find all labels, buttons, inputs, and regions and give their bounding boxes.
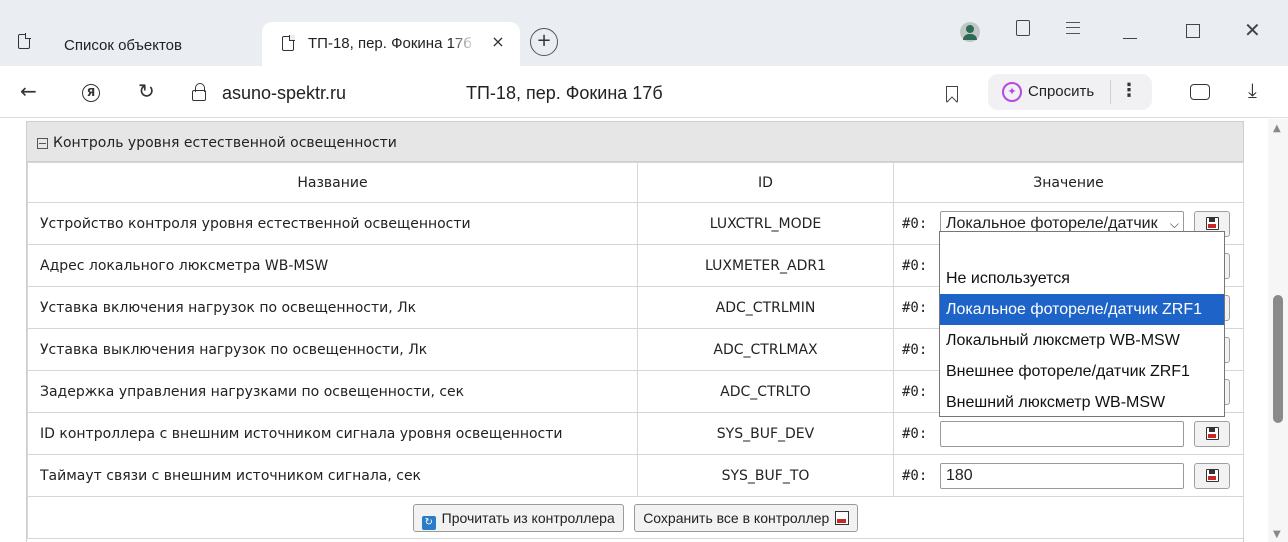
sys-buf-to-input[interactable]: 180 <box>940 462 1184 489</box>
actions-row: ↻ Прочитать из контроллера Сохранить все … <box>27 496 1244 539</box>
dropdown-option[interactable]: Внешний люксметр WB-MSW <box>940 387 1224 418</box>
maximize-icon[interactable] <box>1186 24 1200 38</box>
panel-header[interactable]: Контроль уровня естественной освещенност… <box>27 122 1243 162</box>
param-name: Устройство контроля уровня естественной … <box>27 202 638 245</box>
param-index: #0: <box>902 383 928 400</box>
tab-object-list[interactable]: Список объектов <box>16 24 246 66</box>
page-icon <box>282 35 295 51</box>
url-page-title[interactable]: ТП-18, пер. Фокина 17б <box>466 83 663 104</box>
column-header-name: Название <box>27 162 638 203</box>
floppy-icon <box>835 510 850 525</box>
floppy-icon <box>1206 468 1219 482</box>
param-name: Задержка управления нагрузками по освеще… <box>27 370 638 413</box>
param-name: Таймаут связи с внешним источником сигна… <box>27 454 638 497</box>
chat-icon[interactable] <box>1190 84 1210 100</box>
dropdown-option[interactable]: Внешнее фотореле/датчик ZRF1 <box>940 356 1224 387</box>
save-all-label: Сохранить все в контроллер <box>643 509 830 526</box>
url-domain[interactable]: asuno-spektr.ru <box>222 83 346 104</box>
page-icon <box>18 33 31 49</box>
dropdown-option[interactable]: Не используется <box>940 263 1224 294</box>
back-arrow-icon[interactable]: ← <box>20 76 37 106</box>
save-param-button[interactable] <box>1194 420 1230 447</box>
param-id: ADC_CTRLTO <box>637 370 894 413</box>
yandex-icon[interactable]: Я <box>82 84 100 102</box>
ask-button[interactable]: ✦ Спросить ⋮ <box>988 74 1152 110</box>
sys-buf-dev-input[interactable] <box>940 420 1184 447</box>
param-name: Адрес локального люксметра WB-MSW <box>27 244 638 287</box>
address-bar: ← Я ↻ asuno-spektr.ru ТП-18, пер. Фокина… <box>0 66 1288 118</box>
param-id: SYS_BUF_TO <box>637 454 894 497</box>
param-id: ADC_CTRLMIN <box>637 286 894 329</box>
dropdown-option[interactable]: Локальный люксметр WB-MSW <box>940 325 1224 356</box>
tab-label: ТП-18, пер. Фокина 17б <box>308 35 472 52</box>
panel-title: Контроль уровня естественной освещенност… <box>53 135 397 151</box>
ask-ai-icon: ✦ <box>1002 82 1022 102</box>
bookmark-icon[interactable] <box>946 86 958 102</box>
reload-icon[interactable]: ↻ <box>138 76 155 106</box>
read-from-controller-button[interactable]: ↻ Прочитать из контроллера <box>412 503 624 532</box>
param-index: #0: <box>902 299 928 316</box>
tab-bar: Список объектов ТП-18, пер. Фокина 17б ×… <box>0 0 1288 66</box>
param-index: #0: <box>902 467 928 484</box>
menu-icon[interactable] <box>1066 22 1080 34</box>
param-name: ID контроллера с внешним источником сигн… <box>27 412 638 455</box>
more-menu-icon[interactable]: ⋮ <box>1120 80 1138 101</box>
ask-label: Спросить <box>1028 83 1095 100</box>
new-tab-button[interactable]: + <box>530 28 558 56</box>
download-icon[interactable]: ⤓ <box>1248 78 1257 102</box>
bookmarks-panel-icon[interactable] <box>1016 20 1030 36</box>
param-name: Уставка включения нагрузок по освещеннос… <box>27 286 638 329</box>
column-header-value: Значение <box>893 162 1244 203</box>
param-name: Уставка выключения нагрузок по освещенно… <box>27 328 638 371</box>
profile-icon[interactable] <box>960 22 980 42</box>
table-row: ID контроллера с внешним источником сигн… <box>27 412 1244 455</box>
dropdown-option-empty[interactable] <box>940 232 1224 263</box>
dropdown-option-selected[interactable]: Локальное фотореле/датчик ZRF1 <box>940 294 1224 325</box>
column-header-id: ID <box>637 162 894 203</box>
param-index: #0: <box>902 215 928 232</box>
floppy-icon <box>1206 426 1219 440</box>
luxctrl-mode-dropdown: Не используется Локальное фотореле/датчи… <box>939 231 1225 417</box>
param-id: ADC_CTRLMAX <box>637 328 894 371</box>
tab-current[interactable]: ТП-18, пер. Фокина 17б × <box>262 22 520 66</box>
scroll-thumb[interactable] <box>1273 295 1283 423</box>
table-header-row: Название ID Значение <box>27 162 1244 203</box>
param-id: LUXMETER_ADR1 <box>637 244 894 287</box>
minimize-icon[interactable] <box>1123 38 1137 39</box>
tab-label: Список объектов <box>64 37 182 54</box>
param-index: #0: <box>902 425 928 442</box>
refresh-icon: ↻ <box>421 515 436 530</box>
param-index: #0: <box>902 341 928 358</box>
page-scrollbar[interactable]: ▲ ▼ <box>1268 119 1288 542</box>
floppy-icon <box>1206 216 1219 230</box>
table-row: Таймаут связи с внешним источником сигна… <box>27 454 1244 497</box>
scroll-down-icon[interactable]: ▼ <box>1273 529 1281 540</box>
save-all-button[interactable]: Сохранить все в контроллер <box>634 503 859 532</box>
param-id: SYS_BUF_DEV <box>637 412 894 455</box>
read-button-label: Прочитать из контроллера <box>441 509 615 526</box>
lock-icon[interactable] <box>192 83 206 101</box>
divider <box>1110 80 1111 104</box>
close-window-icon[interactable]: ✕ <box>1244 18 1261 42</box>
param-index: #0: <box>902 257 928 274</box>
scroll-up-icon[interactable]: ▲ <box>1273 123 1281 134</box>
tab-close-icon[interactable]: × <box>488 32 508 52</box>
param-id: LUXCTRL_MODE <box>637 202 894 245</box>
save-param-button[interactable] <box>1194 462 1230 489</box>
collapse-icon[interactable] <box>37 138 48 149</box>
